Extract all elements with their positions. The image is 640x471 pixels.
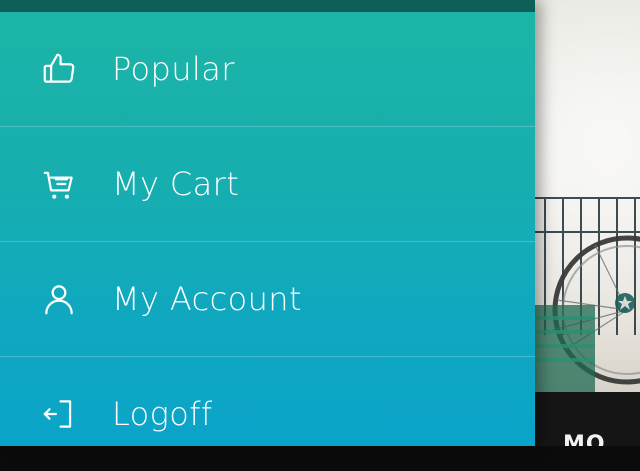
user-icon xyxy=(40,280,78,318)
menu-item-label: My Cart xyxy=(112,165,240,203)
cart-icon xyxy=(40,165,78,203)
menu-item-label: Logoff xyxy=(112,395,213,433)
menu-item-logoff[interactable]: Logoff xyxy=(0,357,535,471)
navigation-drawer: Popular My Cart My Account Logoff xyxy=(0,0,535,446)
menu-item-my-account[interactable]: My Account xyxy=(0,242,535,357)
drawer-header-strip xyxy=(0,0,535,12)
menu-item-my-cart[interactable]: My Cart xyxy=(0,127,535,242)
thumbs-up-icon xyxy=(40,50,78,88)
background-peek-text: MO xyxy=(563,432,606,446)
menu-item-label: Popular xyxy=(112,50,235,88)
drawer-menu: Popular My Cart My Account Logoff xyxy=(0,12,535,471)
background-photo xyxy=(535,197,640,392)
logoff-icon xyxy=(40,395,78,433)
background-content: MO xyxy=(535,0,640,446)
menu-item-popular[interactable]: Popular xyxy=(0,12,535,127)
menu-item-label: My Account xyxy=(112,280,302,318)
